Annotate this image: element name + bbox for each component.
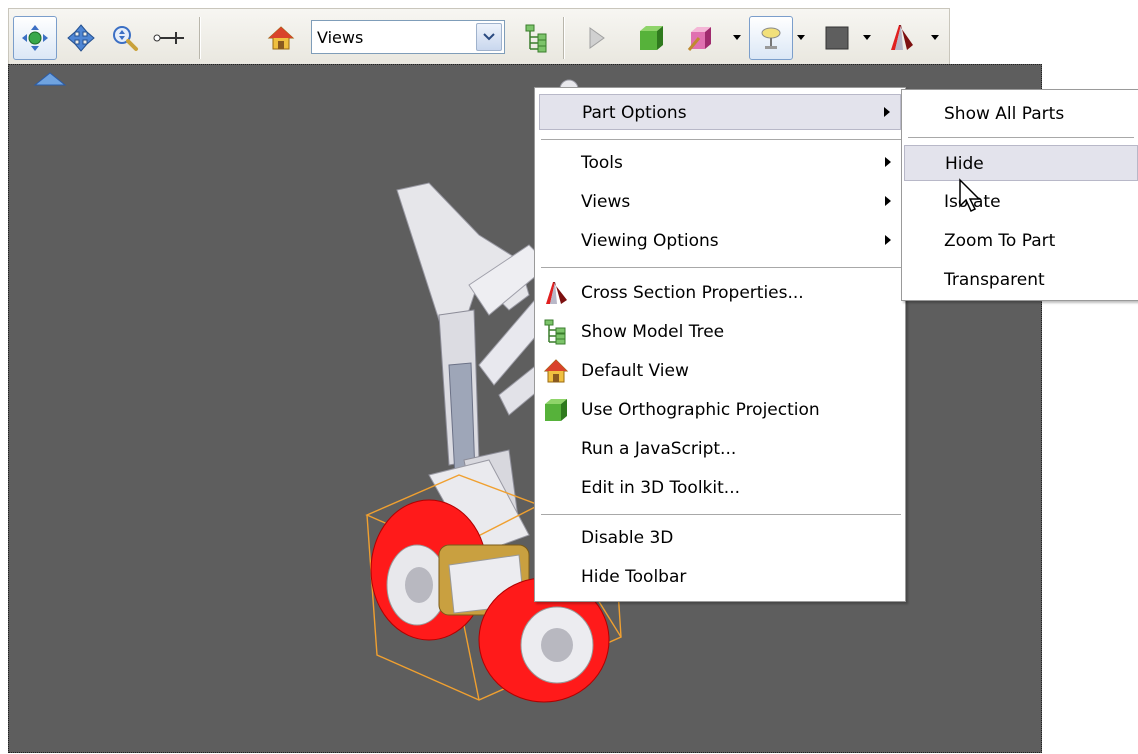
menu-item-default-view[interactable]: Default View bbox=[539, 353, 901, 389]
menu-item-cross-section-properties[interactable]: Cross Section Properties... bbox=[539, 275, 901, 311]
cross-section-chevron-icon[interactable] bbox=[931, 35, 939, 40]
menu-item-views[interactable]: Views bbox=[539, 184, 901, 220]
cube-icon bbox=[545, 399, 567, 421]
model-tree-icon bbox=[525, 24, 547, 53]
lamp-icon bbox=[761, 27, 781, 49]
menu-item-label: Edit in 3D Toolkit... bbox=[581, 478, 741, 498]
menu-separator bbox=[541, 139, 901, 140]
menu-item-label: Default View bbox=[581, 361, 689, 381]
menu-item-label: Show Model Tree bbox=[581, 322, 725, 342]
context-menu: Part Options Tools Views Viewing Options… bbox=[534, 87, 906, 602]
submenu-item-label: Zoom To Part bbox=[944, 231, 1056, 251]
menu-item-label: Viewing Options bbox=[581, 231, 719, 251]
menu-item-label: Cross Section Properties... bbox=[581, 283, 804, 303]
rotate-tool-button[interactable] bbox=[13, 16, 57, 60]
default-view-button[interactable] bbox=[259, 16, 303, 60]
measure-tool-button[interactable] bbox=[147, 16, 191, 60]
submenu-arrow-icon bbox=[885, 157, 891, 167]
3d-toolbar: Views bbox=[8, 8, 950, 65]
views-dropdown-value: Views bbox=[317, 28, 364, 47]
background-color-chevron-icon[interactable] bbox=[863, 35, 871, 40]
submenu-item-isolate[interactable]: Isolate bbox=[904, 184, 1138, 220]
submenu-item-label: Hide bbox=[945, 154, 984, 174]
submenu-item-transparent[interactable]: Transparent bbox=[904, 262, 1138, 298]
part-options-submenu: Show All Parts Hide Isolate Zoom To Part… bbox=[901, 89, 1138, 301]
mouse-cursor-icon bbox=[959, 178, 981, 213]
chevron-down-icon[interactable] bbox=[476, 23, 502, 51]
submenu-item-show-all-parts[interactable]: Show All Parts bbox=[904, 96, 1138, 132]
model-tree-button[interactable] bbox=[515, 16, 559, 60]
cross-section-button[interactable] bbox=[879, 16, 923, 60]
measure-icon bbox=[153, 32, 184, 44]
menu-item-run-javascript[interactable]: Run a JavaScript... bbox=[539, 431, 901, 467]
play-animation-button[interactable] bbox=[575, 16, 619, 60]
play-icon bbox=[589, 27, 605, 49]
menu-separator bbox=[908, 137, 1134, 138]
menu-item-show-model-tree[interactable]: Show Model Tree bbox=[539, 314, 901, 350]
pan-tool-button[interactable] bbox=[59, 16, 103, 60]
submenu-arrow-icon bbox=[885, 235, 891, 245]
menu-item-edit-3d-toolkit[interactable]: Edit in 3D Toolkit... bbox=[539, 470, 901, 506]
render-mode-button[interactable] bbox=[679, 16, 723, 60]
views-dropdown[interactable]: Views bbox=[311, 20, 505, 54]
menu-item-label: Part Options bbox=[582, 103, 687, 123]
toolbar-separator bbox=[563, 17, 565, 59]
cross-section-icon bbox=[891, 25, 913, 50]
menu-item-orthographic-projection[interactable]: Use Orthographic Projection bbox=[539, 392, 901, 428]
zoom-icon bbox=[113, 26, 138, 51]
submenu-item-label: Transparent bbox=[944, 270, 1045, 290]
submenu-arrow-icon bbox=[885, 196, 891, 206]
zoom-tool-button[interactable] bbox=[103, 16, 147, 60]
background-color-button[interactable] bbox=[815, 16, 859, 60]
menu-item-hide-toolbar[interactable]: Hide Toolbar bbox=[539, 559, 901, 595]
menu-item-disable-3d[interactable]: Disable 3D bbox=[539, 520, 901, 556]
model-tree-icon bbox=[544, 319, 566, 345]
pan-icon bbox=[67, 24, 95, 52]
submenu-item-zoom-to-part[interactable]: Zoom To Part bbox=[904, 223, 1138, 259]
cross-section-icon bbox=[546, 282, 567, 304]
rotate-icon bbox=[22, 25, 48, 51]
submenu-arrow-icon bbox=[884, 107, 890, 117]
lighting-button[interactable] bbox=[749, 16, 793, 60]
menu-item-label: Tools bbox=[581, 153, 623, 173]
render-mode-chevron-icon[interactable] bbox=[733, 35, 741, 40]
color-swatch-icon bbox=[825, 26, 849, 50]
menu-item-part-options[interactable]: Part Options bbox=[539, 94, 901, 130]
menu-separator bbox=[541, 514, 901, 515]
home-icon bbox=[543, 359, 569, 383]
home-icon bbox=[267, 26, 295, 50]
render-mode-icon bbox=[687, 27, 711, 51]
projection-button[interactable] bbox=[629, 16, 673, 60]
menu-item-label: Hide Toolbar bbox=[581, 567, 687, 587]
menu-item-label: Disable 3D bbox=[581, 528, 674, 548]
menu-item-label: Views bbox=[581, 192, 631, 212]
menu-item-label: Use Orthographic Projection bbox=[581, 400, 820, 420]
menu-separator bbox=[541, 267, 901, 268]
toolbar-separator bbox=[199, 17, 201, 59]
submenu-item-hide[interactable]: Hide bbox=[904, 145, 1138, 181]
submenu-item-label: Show All Parts bbox=[944, 104, 1065, 124]
menu-item-label: Run a JavaScript... bbox=[581, 439, 737, 459]
menu-item-viewing-options[interactable]: Viewing Options bbox=[539, 223, 901, 259]
menu-item-tools[interactable]: Tools bbox=[539, 145, 901, 181]
lighting-chevron-icon[interactable] bbox=[797, 35, 805, 40]
cube-icon bbox=[640, 26, 663, 50]
